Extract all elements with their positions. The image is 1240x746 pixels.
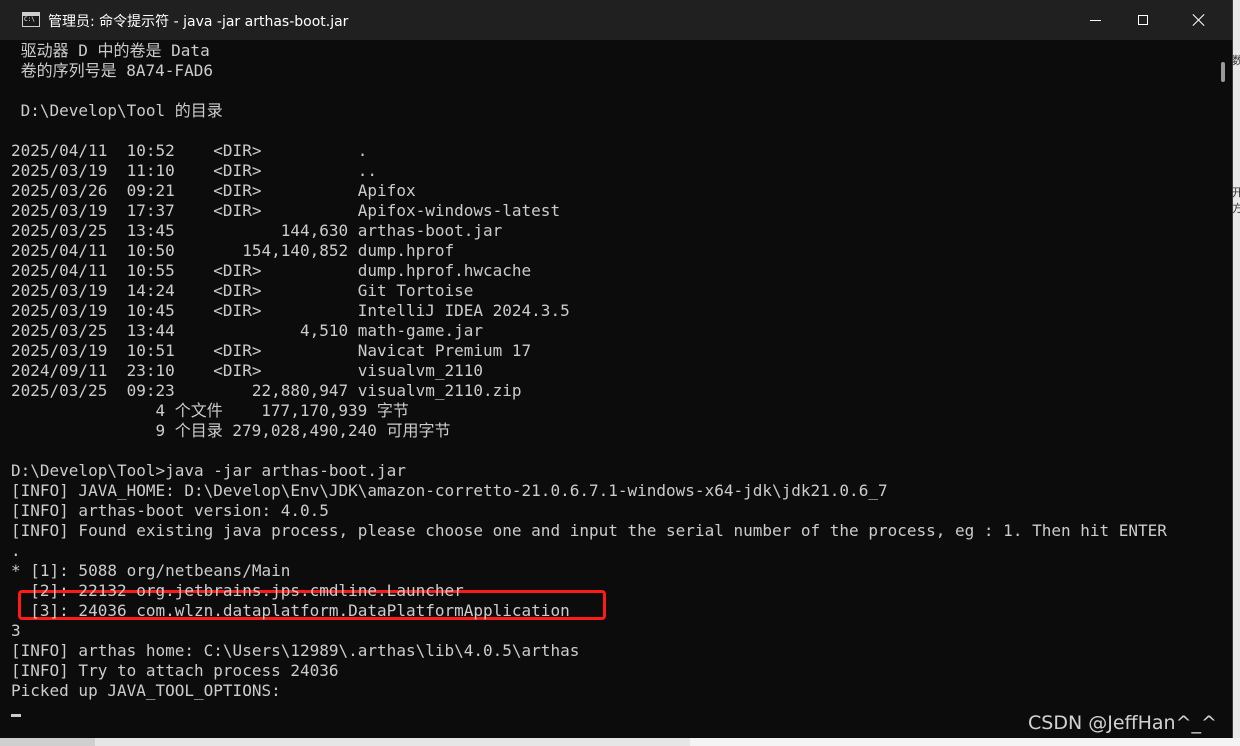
console-line: 2025/03/19 10:51 <DIR> Navicat Premium 1…	[11, 341, 532, 360]
minimize-icon	[1089, 19, 1101, 21]
console-line: [INFO] arthas-boot version: 4.0.5	[11, 501, 329, 520]
background-text-fragment: 开	[1232, 186, 1240, 199]
console-line: [INFO] Found existing java process, plea…	[11, 521, 1167, 540]
console-line: 9 个目录 279,028,490,240 可用字节	[11, 421, 451, 440]
text-cursor	[11, 714, 21, 717]
console-line: [3]: 24036 com.wlzn.dataplatform.DataPla…	[11, 601, 570, 620]
maximize-icon	[1138, 15, 1148, 25]
cmd-icon[interactable]	[22, 12, 40, 27]
title-bar[interactable]: 管理员: 命令提示符 - java -jar arthas-boot.jar	[0, 0, 1232, 40]
console-line: 2025/03/19 10:45 <DIR> IntelliJ IDEA 202…	[11, 301, 570, 320]
command-prompt-window[interactable]: 管理员: 命令提示符 - java -jar arthas-boot.jar 驱…	[0, 0, 1233, 738]
console-line: 2025/04/11 10:55 <DIR> dump.hprof.hwcach…	[11, 261, 532, 280]
console-line: 2025/04/11 10:50 154,140,852 dump.hprof	[11, 241, 455, 260]
console-line: 2025/03/25 13:44 4,510 math-game.jar	[11, 321, 484, 340]
vertical-scrollbar[interactable]	[1216, 40, 1232, 738]
console-line: [2]: 22132 org.jetbrains.jps.cmdline.Lau…	[11, 581, 464, 600]
background-text-fragment: 数	[1232, 54, 1240, 67]
scrollbar-thumb[interactable]	[1221, 62, 1225, 82]
background-text-fragment: 方	[1232, 202, 1240, 215]
console-line: 2024/09/11 23:10 <DIR> visualvm_2110	[11, 361, 484, 380]
console-line: 3	[11, 621, 21, 640]
console-line: * [1]: 5088 org/netbeans/Main	[11, 561, 291, 580]
console-line: 2025/03/19 17:37 <DIR> Apifox-windows-la…	[11, 201, 561, 220]
console-line: 4 个文件 177,170,939 字节	[11, 401, 409, 420]
console-line: 2025/03/19 11:10 <DIR> ..	[11, 161, 378, 180]
console-line: [INFO] arthas home: C:\Users\12989\.arth…	[11, 641, 580, 660]
desktop: 数 开 方 管理员: 命令提示符 - java -jar arthas-boot…	[0, 0, 1240, 746]
console-line: 2025/03/25 09:23 22,880,947 visualvm_211…	[11, 381, 522, 400]
minimize-button[interactable]	[1072, 0, 1118, 40]
watermark: CSDN @JeffHan^_^	[1028, 712, 1217, 734]
console-line: 驱动器 D 中的卷是 Data	[11, 41, 210, 60]
close-button[interactable]	[1176, 0, 1222, 40]
background-window-edge: 数 开 方	[1232, 0, 1240, 746]
close-icon	[1192, 13, 1206, 27]
console-line: 2025/03/26 09:21 <DIR> Apifox	[11, 181, 416, 200]
console-line: 卷的序列号是 8A74-FAD6	[11, 61, 213, 80]
console-line: D:\Develop\Tool>java -jar arthas-boot.ja…	[11, 461, 406, 480]
window-title: 管理员: 命令提示符 - java -jar arthas-boot.jar	[48, 14, 349, 30]
console-line: [INFO] JAVA_HOME: D:\Develop\Env\JDK\ama…	[11, 481, 888, 500]
console-line: 2025/04/11 10:52 <DIR> .	[11, 141, 368, 160]
maximize-button[interactable]	[1120, 0, 1166, 40]
background-window-bottom-edge	[0, 738, 1240, 746]
console-line: 2025/03/19 14:24 <DIR> Git Tortoise	[11, 281, 474, 300]
console-line: .	[11, 541, 21, 560]
console-line: D:\Develop\Tool 的目录	[11, 101, 223, 120]
console-output[interactable]: 驱动器 D 中的卷是 Data 卷的序列号是 8A74-FAD6 D:\Deve…	[0, 40, 1216, 738]
console-line: [INFO] Try to attach process 24036	[11, 661, 339, 680]
console-line: 2025/03/25 13:45 144,630 arthas-boot.jar	[11, 221, 503, 240]
console-line: Picked up JAVA_TOOL_OPTIONS:	[11, 681, 281, 700]
